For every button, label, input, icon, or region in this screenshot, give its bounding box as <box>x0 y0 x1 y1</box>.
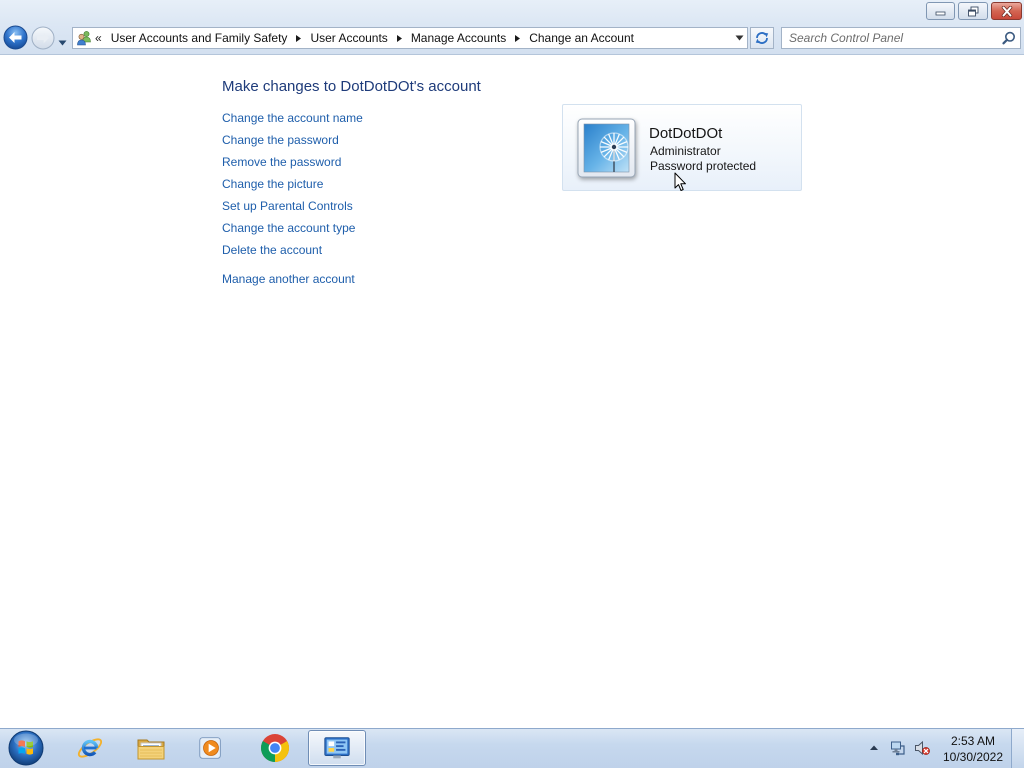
chevron-right-icon[interactable] <box>515 34 521 42</box>
address-dropdown-button[interactable] <box>735 35 744 41</box>
breadcrumb-change-an-account[interactable]: Change an Account <box>529 31 634 45</box>
account-picture <box>577 118 637 179</box>
back-arrow-icon <box>3 25 28 50</box>
taskbar: 2:53 AM 10/30/2022 <box>0 728 1024 768</box>
change-password-link[interactable]: Change the password <box>222 133 339 147</box>
windows-media-player-icon <box>199 737 221 759</box>
breadcrumb-manage-accounts[interactable]: Manage Accounts <box>411 31 506 45</box>
breadcrumb-user-accounts-and-family-safety[interactable]: User Accounts and Family Safety <box>111 31 288 45</box>
internet-explorer-icon <box>77 738 103 758</box>
change-picture-link[interactable]: Change the picture <box>222 177 323 191</box>
refresh-icon <box>755 32 769 44</box>
list-item: Change the account name <box>222 107 363 129</box>
refresh-button[interactable] <box>750 27 774 49</box>
taskbar-internet-explorer-button[interactable] <box>61 730 119 766</box>
change-account-type-link[interactable]: Change the account type <box>222 221 355 235</box>
search-input[interactable] <box>789 28 995 48</box>
volume-muted-icon <box>915 740 930 756</box>
windows-start-orb-icon <box>8 730 44 766</box>
restore-icon <box>968 6 979 16</box>
back-button[interactable] <box>3 25 28 50</box>
mouse-pointer <box>674 172 687 192</box>
restore-button[interactable] <box>958 2 988 20</box>
clock-date: 10/30/2022 <box>942 750 1004 764</box>
window-chrome: « User Accounts and Family Safety User A… <box>0 0 1024 55</box>
account-name: DotDotDOt <box>649 125 723 142</box>
list-item: Change the account type <box>222 217 363 239</box>
show-hidden-icons-icon <box>870 745 878 750</box>
search-button[interactable] <box>1002 31 1016 45</box>
chevron-down-icon <box>735 35 744 41</box>
show-hidden-icons-button[interactable] <box>869 744 879 751</box>
network-status-button[interactable] <box>890 740 906 756</box>
account-status: Password protected <box>650 159 757 173</box>
account-type: Administrator <box>650 144 721 158</box>
list-item: Set up Parental Controls <box>222 195 363 217</box>
list-item: Change the picture <box>222 173 363 195</box>
search-box[interactable] <box>781 27 1021 49</box>
breadcrumb-overflow[interactable]: « <box>95 31 102 45</box>
remove-password-link[interactable]: Remove the password <box>222 155 341 169</box>
other-tasks: Manage another account <box>222 268 355 290</box>
taskbar-control-panel-button[interactable] <box>308 730 366 766</box>
change-account-name-link[interactable]: Change the account name <box>222 111 363 125</box>
minimize-button[interactable] <box>926 2 955 20</box>
search-icon <box>1002 31 1015 45</box>
list-item: Change the password <box>222 129 363 151</box>
user-accounts-icon <box>76 30 92 46</box>
taskbar-windows-explorer-button[interactable] <box>122 730 180 766</box>
taskbar-windows-media-player-button[interactable] <box>182 730 240 766</box>
list-item: Delete the account <box>222 239 363 261</box>
page-title: Make changes to DotDotDOt's account <box>222 78 481 95</box>
recent-pages-button[interactable] <box>58 35 67 46</box>
show-desktop-button[interactable] <box>1011 729 1024 768</box>
windows-explorer-icon <box>137 739 165 760</box>
chevron-right-icon[interactable] <box>296 34 302 42</box>
address-bar[interactable]: « User Accounts and Family Safety User A… <box>72 27 748 49</box>
list-item: Remove the password <box>222 151 363 173</box>
forward-button[interactable] <box>31 26 55 50</box>
taskbar-google-chrome-button[interactable] <box>246 730 304 766</box>
forward-arrow-icon <box>31 26 55 50</box>
parental-controls-link[interactable]: Set up Parental Controls <box>222 199 353 213</box>
google-chrome-icon <box>261 734 289 762</box>
chevron-down-icon <box>58 40 67 46</box>
control-panel-icon <box>324 737 350 759</box>
account-tasks-list: Change the account name Change the passw… <box>222 107 363 261</box>
system-clock[interactable]: 2:53 AM 10/30/2022 <box>940 733 1006 765</box>
breadcrumb-user-accounts[interactable]: User Accounts <box>310 31 387 45</box>
start-button[interactable] <box>6 729 46 767</box>
close-icon <box>1001 5 1012 17</box>
network-icon <box>891 741 905 756</box>
minimize-icon <box>935 11 946 15</box>
close-button[interactable] <box>991 2 1022 20</box>
chevron-right-icon[interactable] <box>396 34 402 42</box>
volume-button[interactable] <box>914 740 930 756</box>
clock-time: 2:53 AM <box>950 734 996 748</box>
delete-account-link[interactable]: Delete the account <box>222 243 322 257</box>
manage-another-account-link[interactable]: Manage another account <box>222 272 355 286</box>
